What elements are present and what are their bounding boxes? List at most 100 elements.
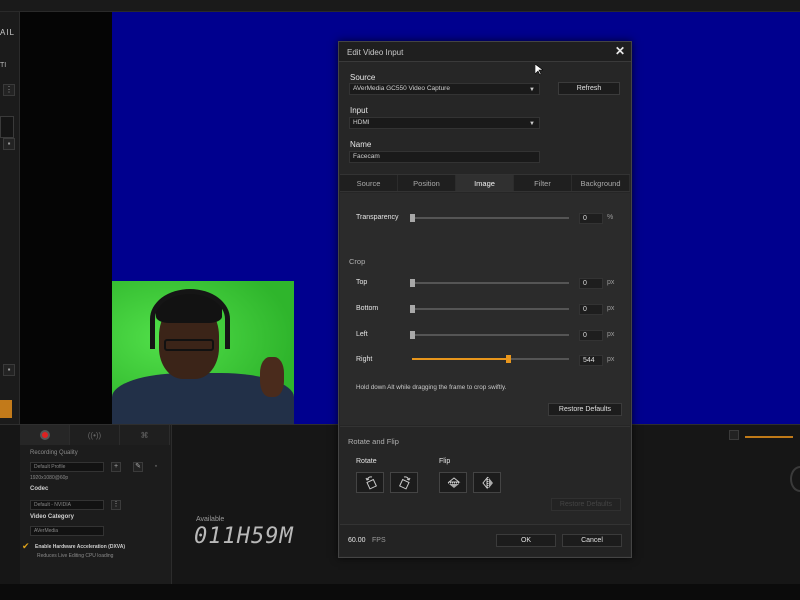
tab-position[interactable]: Position <box>398 175 456 191</box>
left-panel: AIL TI ⋮ ▪ ▪ <box>0 12 20 424</box>
cancel-button[interactable]: Cancel <box>562 534 622 547</box>
dialog-footer: 60.00 FPS OK Cancel <box>340 524 630 556</box>
slider-thumb[interactable] <box>410 331 415 339</box>
selected-scene-marker[interactable] <box>0 400 12 418</box>
bottom-status-strip <box>0 584 800 600</box>
record-tab[interactable] <box>20 425 70 445</box>
share-tab[interactable]: ⌘ <box>120 425 170 445</box>
fps-unit: FPS <box>372 537 386 544</box>
crop-right-unit: px <box>607 356 615 363</box>
volume-control[interactable] <box>729 430 793 440</box>
record-icon <box>39 430 50 440</box>
crop-top-value[interactable]: 0 <box>579 278 603 289</box>
chevron-down-icon: ▼ <box>529 121 535 127</box>
flip-label: Flip <box>439 458 451 465</box>
input-select[interactable]: HDMI ▼ <box>349 117 540 129</box>
slider-track <box>412 217 569 219</box>
tab-background[interactable]: Background <box>572 175 630 191</box>
slider-track <box>412 334 569 336</box>
flip-horizontal-icon <box>482 476 493 490</box>
transparency-slider[interactable] <box>410 214 569 222</box>
facecam-video-frame[interactable] <box>112 281 294 424</box>
crop-left-slider[interactable] <box>410 331 569 339</box>
crop-heading: Crop <box>349 257 366 266</box>
chevron-down-icon: ▼ <box>529 87 535 93</box>
mouse-cursor-icon <box>535 64 543 76</box>
more-options-icon[interactable]: ⋮ <box>3 84 15 96</box>
hw-accel-hint: Reduces Live Editing CPU loading <box>37 553 114 559</box>
left-panel-field[interactable] <box>0 116 14 138</box>
crop-top-slider[interactable] <box>410 279 569 287</box>
input-value: HDMI <box>353 119 370 126</box>
edit-video-input-dialog: Edit Video Input ✕ Source AVerMedia GC55… <box>338 41 632 558</box>
transparency-label: Transparency <box>356 214 399 221</box>
name-input[interactable]: Facecam <box>349 151 540 163</box>
speaker-icon[interactable] <box>729 430 739 440</box>
close-icon[interactable]: ✕ <box>615 44 625 58</box>
restore-defaults-rotate-button[interactable]: Restore Defaults <box>551 498 621 511</box>
slider-thumb[interactable] <box>410 305 415 313</box>
crop-left-label: Left <box>356 331 368 338</box>
tab-image[interactable]: Image <box>456 175 514 191</box>
ok-button[interactable]: OK <box>496 534 556 547</box>
rotate-flip-heading: Rotate and Flip <box>348 437 399 446</box>
left-panel-label: TI <box>0 62 7 69</box>
rotate-right-icon <box>399 476 411 490</box>
flip-vertical-icon <box>447 477 461 488</box>
broadcast-icon: ((•)) <box>87 430 102 440</box>
slider-thumb[interactable] <box>505 355 511 363</box>
slider-thumb[interactable] <box>410 279 415 287</box>
crop-bottom-unit: px <box>607 305 615 312</box>
slider-thumb[interactable] <box>410 214 415 222</box>
waving-hand <box>260 357 284 397</box>
app-logo: AIL <box>0 28 16 37</box>
restore-defaults-button[interactable]: Restore Defaults <box>548 403 622 416</box>
available-time: 011H59M <box>194 524 294 549</box>
flip-vertical-button[interactable] <box>439 472 467 493</box>
tab-source[interactable]: Source <box>340 175 398 191</box>
app-top-bar <box>0 0 800 12</box>
rotate-flip-section: Rotate and Flip Rotate Flip Restore Defa… <box>340 426 630 522</box>
crop-bottom-slider[interactable] <box>410 305 569 313</box>
rotate-right-button[interactable] <box>390 472 418 493</box>
canvas-margin <box>20 12 112 424</box>
crop-left-unit: px <box>607 331 615 338</box>
flip-horizontal-button[interactable] <box>473 472 501 493</box>
refresh-button[interactable]: Refresh <box>558 82 620 95</box>
crop-right-slider[interactable] <box>412 355 569 363</box>
checkmark-icon[interactable]: ✔ <box>22 541 30 552</box>
transparency-value[interactable]: 0 <box>579 213 603 224</box>
available-label: Available <box>196 516 225 523</box>
slider-track <box>412 282 569 284</box>
delete-profile-icon[interactable]: ▪ <box>151 462 161 472</box>
crop-right-label: Right <box>356 356 373 363</box>
trash-icon[interactable]: ▪ <box>3 138 15 150</box>
volume-bar[interactable] <box>745 436 793 438</box>
crop-top-label: Top <box>356 279 368 286</box>
video-category-label: Video Category <box>30 514 74 520</box>
add-profile-icon[interactable]: + <box>111 462 121 472</box>
input-label: Input <box>350 106 368 115</box>
hw-accel-label[interactable]: Enable Hardware Acceleration (DXVA) <box>35 544 125 550</box>
stream-tab[interactable]: ((•)) <box>70 425 120 445</box>
crop-bottom-label: Bottom <box>356 305 379 312</box>
category-select[interactable]: AVerMedia <box>30 526 104 536</box>
rotate-left-button[interactable] <box>356 472 384 493</box>
edit-profile-icon[interactable]: ✎ <box>133 462 143 472</box>
source-value: AVerMedia GC550 Video Capture <box>353 85 450 92</box>
codec-more-icon[interactable]: ⋮ <box>111 500 121 510</box>
dialog-title: Edit Video Input <box>347 48 404 57</box>
codec-select[interactable]: Default - NVIDIA <box>30 500 104 510</box>
crop-right-value[interactable]: 544 <box>579 355 603 366</box>
dialog-tabs: Source Position Image Filter Background <box>340 174 630 192</box>
fps-value: 60.00 <box>348 537 366 544</box>
slider-track <box>412 308 569 310</box>
profile-select[interactable]: Default Profile <box>30 462 104 472</box>
trash-icon-2[interactable]: ▪ <box>3 364 15 376</box>
recording-tabs: ((•)) ⌘ <box>20 425 170 445</box>
crop-top-unit: px <box>607 279 615 286</box>
crop-bottom-value[interactable]: 0 <box>579 304 603 315</box>
crop-left-value[interactable]: 0 <box>579 330 603 341</box>
tab-filter[interactable]: Filter <box>514 175 572 191</box>
source-select[interactable]: AVerMedia GC550 Video Capture ▼ <box>349 83 540 95</box>
